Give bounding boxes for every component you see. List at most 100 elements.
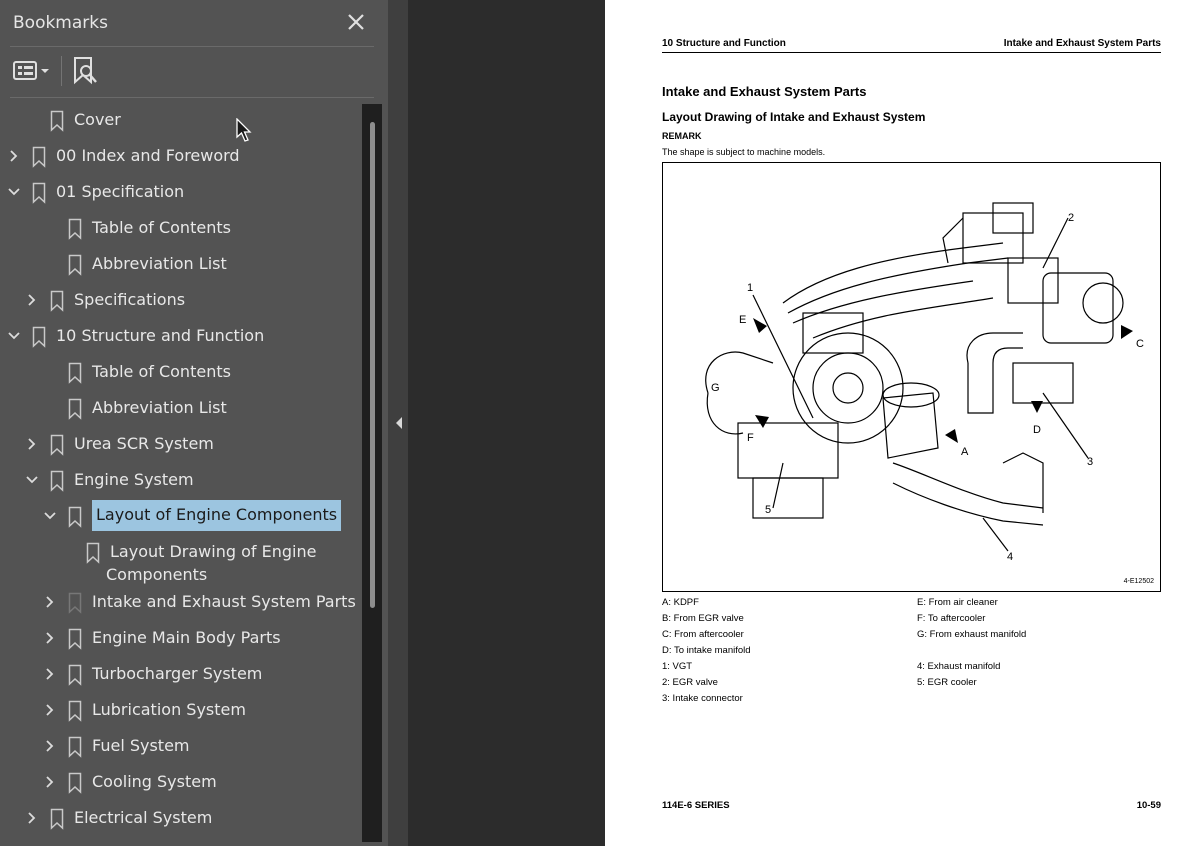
legend-item: B: From EGR valve xyxy=(662,613,744,624)
close-panel-button[interactable] xyxy=(344,9,368,35)
bookmark-item[interactable]: 00 Index and Foreword xyxy=(0,140,362,174)
bookmark-item[interactable]: Cover xyxy=(0,104,362,138)
chevron-right-icon[interactable] xyxy=(25,437,39,451)
bookmark-icon xyxy=(50,110,64,132)
chevron-down-icon[interactable] xyxy=(7,329,21,343)
bookmark-item[interactable]: Turbocharger System xyxy=(0,658,362,692)
page-header-left: 10 Structure and Function xyxy=(662,38,786,49)
mouse-pointer-icon xyxy=(236,118,252,142)
document-canvas xyxy=(408,0,605,846)
chevron-right-icon[interactable] xyxy=(43,703,57,717)
bookmark-icon xyxy=(50,434,64,456)
header-divider xyxy=(10,46,374,47)
bookmark-icon xyxy=(68,664,82,686)
bookmark-label: Table of Contents xyxy=(92,218,231,237)
section-title: Intake and Exhaust System Parts xyxy=(662,84,867,99)
bookmarks-header: Bookmarks xyxy=(0,0,388,46)
bookmark-item[interactable]: Engine Main Body Parts xyxy=(0,622,362,656)
legend-item: 2: EGR valve xyxy=(662,677,718,688)
chevron-right-icon[interactable] xyxy=(25,811,39,825)
bookmark-label: Turbocharger System xyxy=(92,664,263,683)
chevron-right-icon[interactable] xyxy=(25,293,39,307)
bookmark-item[interactable]: Specifications xyxy=(0,284,362,318)
bookmark-icon xyxy=(68,628,82,650)
bookmark-label: Abbreviation List xyxy=(92,254,227,273)
bookmark-label: Fuel System xyxy=(92,736,190,755)
bookmark-label-continued: Components xyxy=(106,565,208,584)
bookmark-label: Cooling System xyxy=(92,772,217,791)
bookmark-item[interactable]: Electrical System xyxy=(0,802,362,836)
bookmarks-panel: Bookmarks Cover 00 Index and Foreword 01… xyxy=(0,0,388,846)
chevron-right-icon[interactable] xyxy=(43,775,57,789)
bookmark-icon xyxy=(68,592,82,614)
bookmark-label: Table of Contents xyxy=(92,362,231,381)
bookmark-label: Layout Drawing of Engine xyxy=(110,542,317,561)
bookmarks-title: Bookmarks xyxy=(13,13,108,33)
callout-a: A xyxy=(961,446,969,458)
callout-d: D xyxy=(1033,424,1041,436)
bookmark-label: Engine System xyxy=(74,470,194,489)
bookmark-options-icon xyxy=(13,61,49,80)
bookmark-item[interactable]: Engine System xyxy=(0,464,362,498)
legend-item: 1: VGT xyxy=(662,661,693,672)
bookmark-options-button[interactable] xyxy=(12,58,52,84)
chevron-down-icon[interactable] xyxy=(43,509,57,523)
legend-item: A: KDPF xyxy=(662,597,699,608)
find-current-bookmark-button[interactable] xyxy=(72,56,98,86)
bookmark-item[interactable]: Table of Contents xyxy=(0,212,362,246)
toolbar-bottom-divider xyxy=(10,97,374,98)
bookmark-icon xyxy=(50,290,64,312)
bookmark-item[interactable]: Abbreviation List xyxy=(0,248,362,282)
chevron-right-icon[interactable] xyxy=(7,149,21,163)
collapse-panel-button[interactable] xyxy=(392,412,406,434)
bookmark-tree: Cover 00 Index and Foreword 01 Specificati… xyxy=(0,104,362,846)
bookmark-icon xyxy=(68,772,82,794)
bookmark-item[interactable]: Fuel System xyxy=(0,730,362,764)
bookmark-icon xyxy=(68,736,82,758)
bookmark-item[interactable]: Layout Drawing of Engine Components xyxy=(0,536,362,588)
find-current-bookmark-icon xyxy=(74,57,97,85)
bookmark-item[interactable]: 01 Specification xyxy=(0,176,362,210)
bookmark-item[interactable]: Lubrication System xyxy=(0,694,362,728)
remark-label: REMARK xyxy=(662,131,702,141)
bookmark-item[interactable]: 10 Structure and Function xyxy=(0,320,362,354)
legend-item: 4: Exhaust manifold xyxy=(917,661,1001,672)
chevron-right-icon[interactable] xyxy=(43,631,57,645)
bookmark-item[interactable]: Urea SCR System xyxy=(0,428,362,462)
bookmark-icon xyxy=(32,326,46,348)
close-icon xyxy=(348,14,364,30)
bookmark-icon xyxy=(50,808,64,830)
chevron-right-icon[interactable] xyxy=(43,739,57,753)
legend-item: E: From air cleaner xyxy=(917,597,998,608)
bookmark-label: Abbreviation List xyxy=(92,398,227,417)
bookmark-icon xyxy=(68,700,82,722)
chevron-down-icon[interactable] xyxy=(7,185,21,199)
legend-item: 5: EGR cooler xyxy=(917,677,977,688)
chevron-down-icon[interactable] xyxy=(25,473,39,487)
callout-4: 4 xyxy=(1007,551,1013,563)
callout-f: F xyxy=(747,432,754,444)
callout-c: C xyxy=(1136,338,1144,350)
bookmark-item[interactable]: Abbreviation List xyxy=(0,392,362,426)
bookmark-item[interactable]: Layout of Engine Components xyxy=(0,500,362,534)
bookmark-icon xyxy=(68,398,82,420)
bookmark-label: Specifications xyxy=(74,290,186,309)
bookmark-label: Engine Main Body Parts xyxy=(92,628,281,647)
callout-g: G xyxy=(711,382,720,394)
bookmark-item[interactable]: Intake and Exhaust System Parts xyxy=(0,586,362,620)
sidebar-scrollbar-thumb[interactable] xyxy=(370,122,375,608)
page-footer-left: 114E-6 SERIES xyxy=(662,800,730,811)
callout-1: 1 xyxy=(747,282,753,294)
bookmark-item[interactable]: Cooling System xyxy=(0,766,362,800)
engine-figure: 1 2 3 4 5 A C D E F G 4-E12502 xyxy=(662,162,1161,592)
callout-3: 3 xyxy=(1087,456,1093,468)
legend-item: C: From aftercooler xyxy=(662,629,744,640)
bookmark-item[interactable]: Table of Contents xyxy=(0,356,362,390)
triangle-left-icon xyxy=(396,417,402,429)
bookmark-icon xyxy=(68,506,82,528)
chevron-right-icon[interactable] xyxy=(43,667,57,681)
bookmark-icon xyxy=(86,542,100,564)
bookmark-icon xyxy=(68,218,82,240)
chevron-right-icon[interactable] xyxy=(43,595,57,609)
drawing-title: Layout Drawing of Intake and Exhaust Sys… xyxy=(662,110,926,124)
